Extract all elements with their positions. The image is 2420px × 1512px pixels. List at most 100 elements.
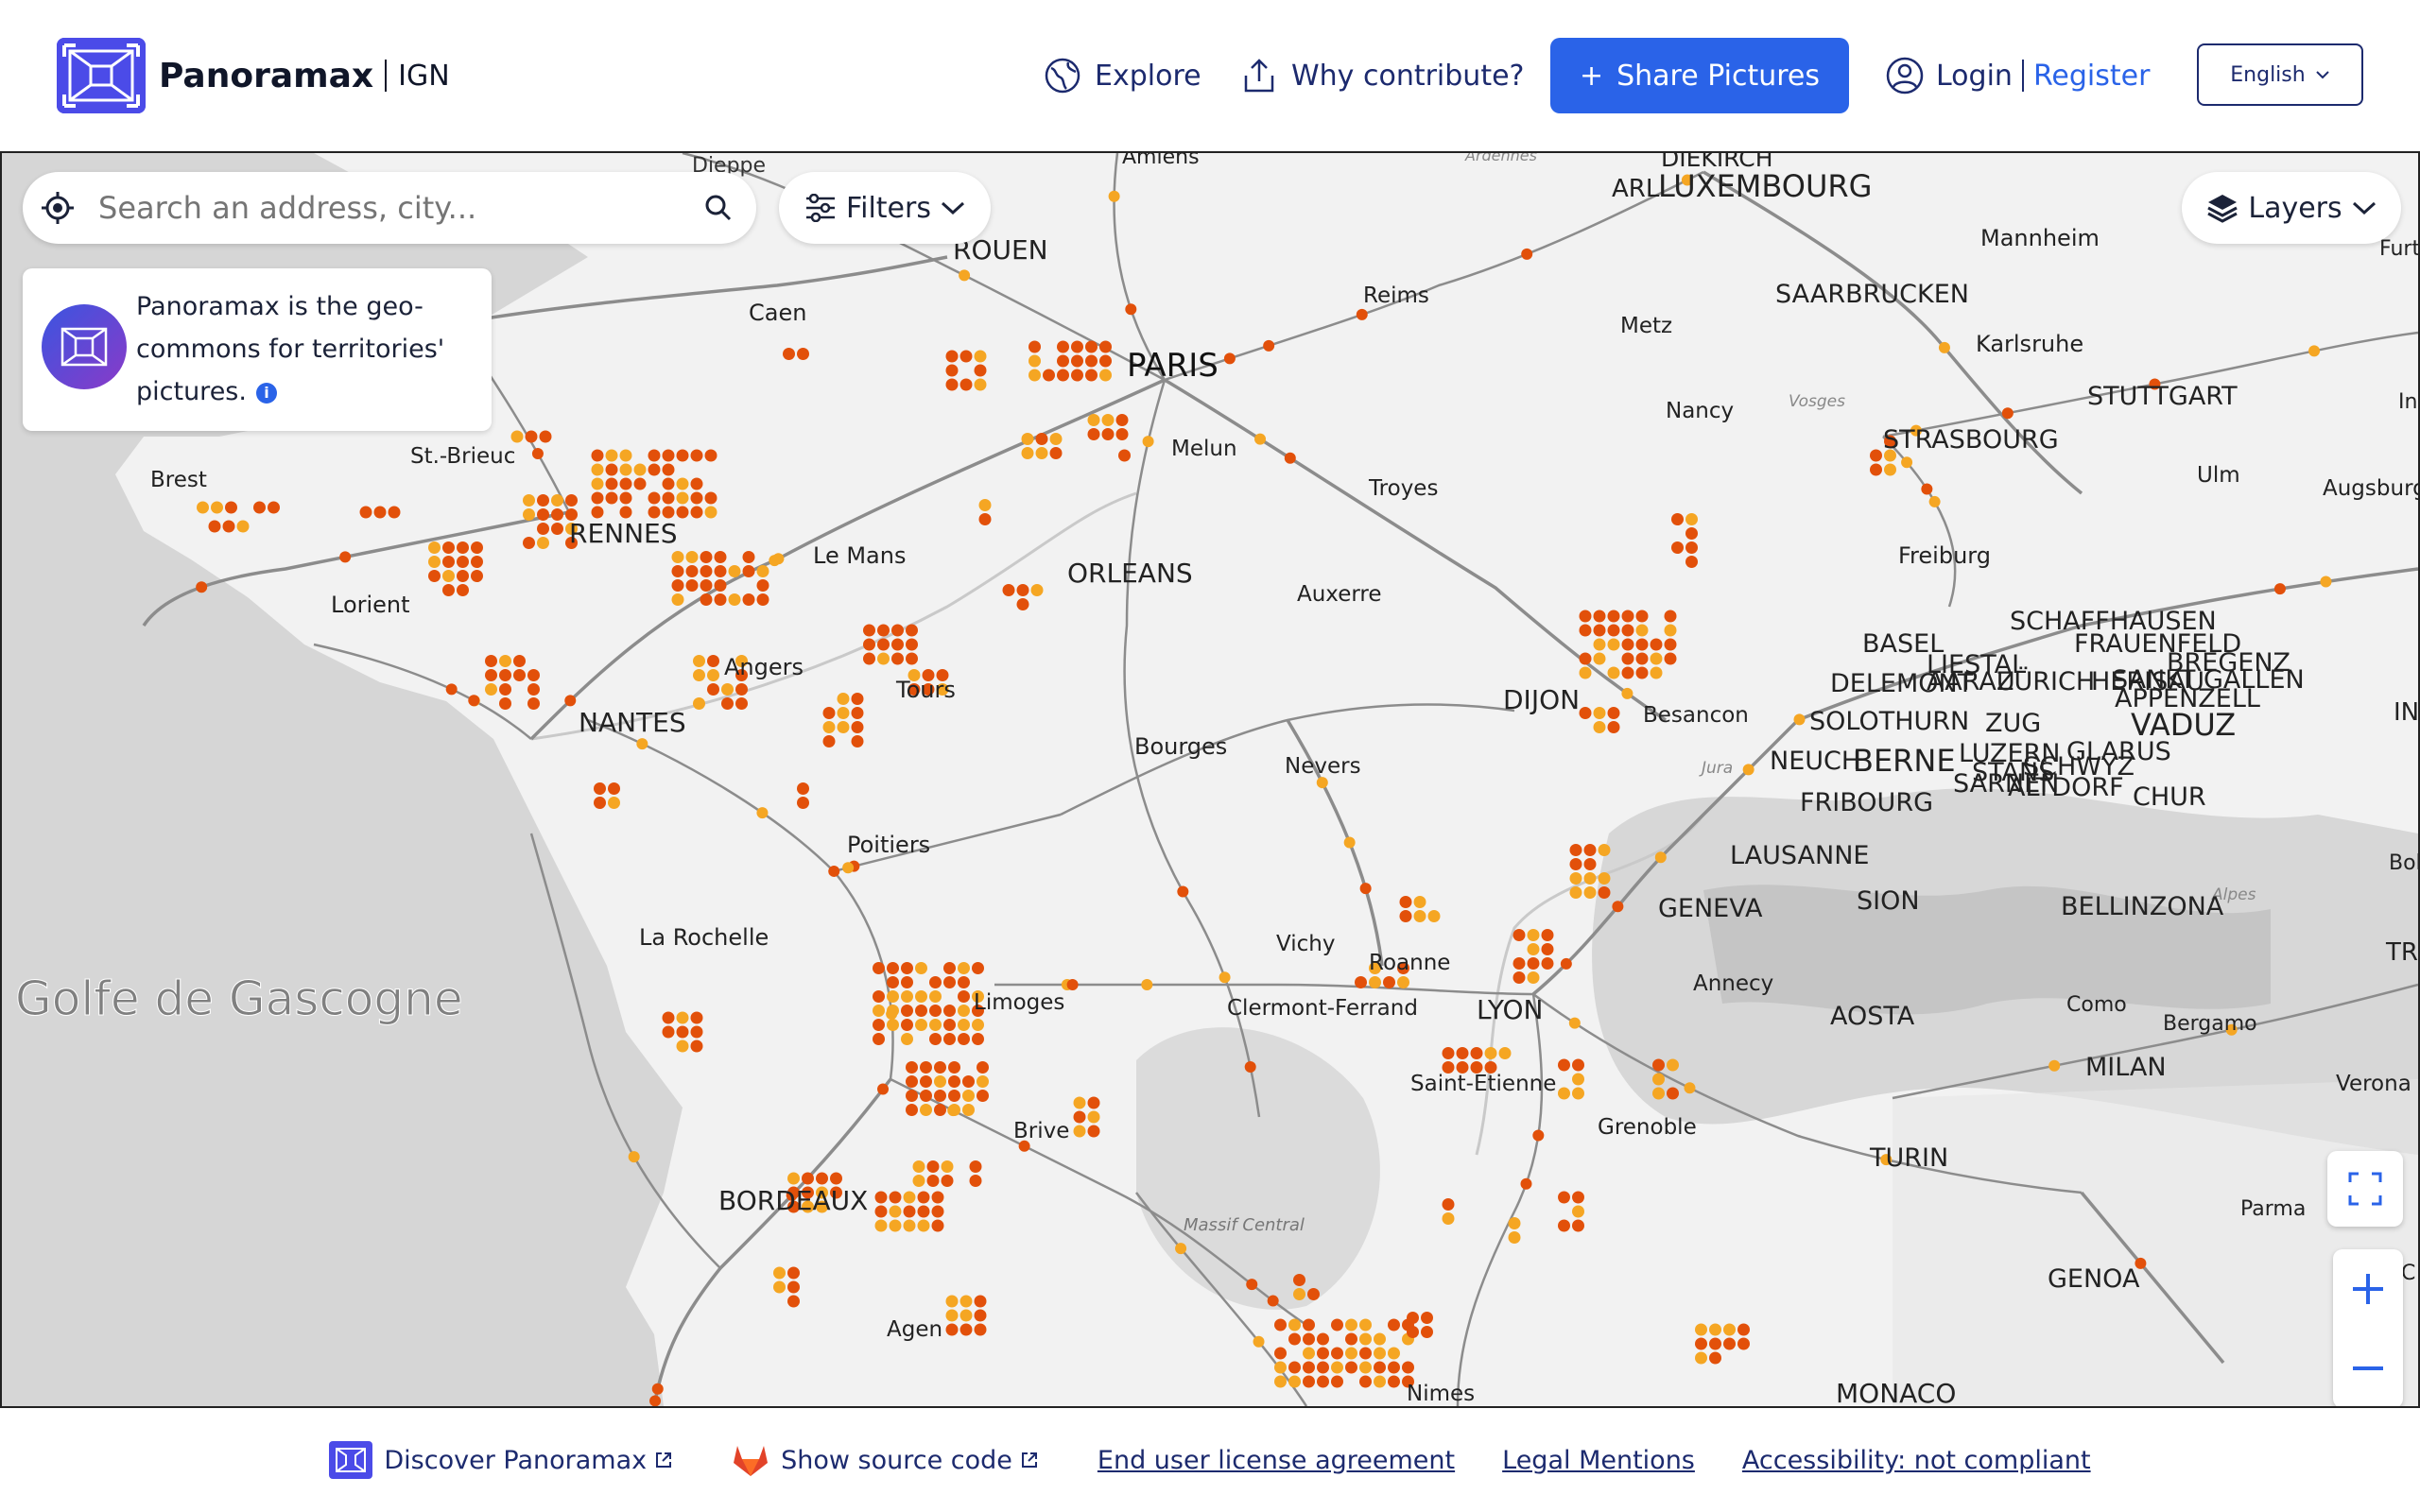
coverage-dot[interactable] — [901, 1005, 913, 1017]
coverage-dot[interactable] — [948, 1061, 960, 1074]
coverage-dot[interactable] — [510, 430, 524, 443]
coverage-dot[interactable] — [1016, 598, 1029, 610]
coverage-dot[interactable] — [797, 797, 809, 809]
search-input[interactable] — [98, 190, 703, 226]
coverage-dot[interactable] — [851, 707, 864, 719]
coverage-dot[interactable] — [1652, 1073, 1665, 1086]
coverage-dot[interactable] — [889, 1219, 902, 1232]
coverage-dot[interactable] — [1002, 584, 1015, 596]
coverage-dot[interactable] — [523, 508, 535, 521]
coverage-dot[interactable] — [787, 1266, 800, 1280]
coverage-dot[interactable] — [1421, 1326, 1433, 1338]
coverage-dot[interactable] — [948, 1075, 960, 1088]
coverage-dot[interactable] — [851, 735, 864, 747]
coverage-dot[interactable] — [934, 1061, 946, 1074]
coverage-dot[interactable] — [1057, 369, 1069, 382]
coverage-dot[interactable] — [1558, 1058, 1570, 1072]
coverage-dot[interactable] — [700, 551, 713, 563]
coverage-dot[interactable] — [537, 523, 549, 535]
coverage-dot[interactable] — [676, 506, 689, 519]
coverage-dot[interactable] — [551, 508, 563, 521]
coverage-dot[interactable] — [619, 506, 632, 519]
coverage-dot[interactable] — [1073, 1125, 1086, 1138]
search-icon[interactable] — [703, 193, 734, 223]
coverage-dot[interactable] — [1569, 886, 1582, 899]
coverage-dot[interactable] — [1246, 1279, 1258, 1291]
coverage-dot[interactable] — [685, 565, 699, 577]
coverage-dot[interactable] — [1421, 1312, 1433, 1324]
coverage-dot[interactable] — [1345, 1318, 1357, 1332]
coverage-dot[interactable] — [1572, 1087, 1584, 1100]
coverage-dot[interactable] — [1359, 883, 1372, 895]
coverage-dot[interactable] — [742, 593, 755, 606]
coverage-dot[interactable] — [945, 350, 959, 363]
coverage-dot[interactable] — [1331, 1318, 1343, 1332]
coverage-dot[interactable] — [874, 1219, 888, 1232]
coverage-dot[interactable] — [1635, 610, 1649, 623]
coverage-dot[interactable] — [605, 463, 618, 476]
coverage-dot[interactable] — [1115, 414, 1129, 426]
coverage-dot[interactable] — [1884, 463, 1896, 476]
coverage-dot[interactable] — [471, 541, 483, 554]
coverage-dot[interactable] — [671, 551, 684, 563]
coverage-dot[interactable] — [1087, 428, 1100, 440]
coverage-dot[interactable] — [1288, 1332, 1301, 1346]
coverage-dot[interactable] — [428, 570, 441, 582]
coverage-dot[interactable] — [591, 449, 604, 462]
coverage-dot[interactable] — [628, 1151, 640, 1163]
coverage-dot[interactable] — [978, 513, 992, 525]
coverage-dot[interactable] — [1901, 456, 1913, 469]
coverage-dot[interactable] — [1607, 624, 1620, 637]
coverage-dot[interactable] — [1369, 976, 1381, 988]
coverage-dot[interactable] — [471, 570, 483, 582]
coverage-dot[interactable] — [1099, 369, 1112, 382]
coverage-dot[interactable] — [1303, 1361, 1315, 1374]
coverage-dot[interactable] — [690, 449, 703, 462]
coverage-dot[interactable] — [906, 652, 918, 665]
coverage-dot[interactable] — [633, 463, 647, 476]
coverage-dot[interactable] — [1071, 340, 1083, 353]
coverage-dot[interactable] — [977, 1075, 989, 1088]
coverage-dot[interactable] — [1521, 248, 1533, 260]
coverage-dot[interactable] — [499, 697, 511, 710]
coverage-dot[interactable] — [962, 1075, 975, 1088]
coverage-dot[interactable] — [906, 638, 918, 651]
coverage-dot[interactable] — [1101, 414, 1115, 426]
coverage-dot[interactable] — [920, 1104, 932, 1116]
coverage-dot[interactable] — [874, 1205, 888, 1218]
coverage-dot[interactable] — [917, 1191, 930, 1204]
coverage-dot[interactable] — [887, 990, 899, 1003]
coverage-dot[interactable] — [969, 1175, 982, 1187]
coverage-dot[interactable] — [1512, 971, 1526, 984]
coverage-dot[interactable] — [1583, 844, 1597, 856]
coverage-dot[interactable] — [959, 350, 973, 363]
coverage-dot[interactable] — [877, 624, 890, 637]
coverage-dot[interactable] — [901, 1033, 913, 1045]
coverage-dot[interactable] — [873, 1005, 885, 1017]
coverage-dot[interactable] — [1359, 1332, 1372, 1346]
coverage-dot[interactable] — [931, 1205, 944, 1218]
coverage-dot[interactable] — [1593, 610, 1606, 623]
coverage-dot[interactable] — [1303, 1375, 1315, 1388]
coverage-dot[interactable] — [901, 1019, 913, 1031]
coverage-dot[interactable] — [1303, 1332, 1315, 1346]
coverage-dot[interactable] — [442, 556, 455, 568]
coverage-dot[interactable] — [1388, 1347, 1400, 1360]
coverage-dot[interactable] — [920, 1075, 932, 1088]
register-link[interactable]: Register — [2033, 60, 2151, 93]
coverage-dot[interactable] — [1664, 638, 1677, 651]
coverage-dot[interactable] — [959, 1295, 973, 1308]
coverage-dot[interactable] — [1541, 929, 1554, 941]
coverage-dot[interactable] — [499, 669, 511, 681]
coverage-dot[interactable] — [1413, 896, 1426, 908]
coverage-dot[interactable] — [1667, 1087, 1679, 1100]
coverage-dot[interactable] — [842, 862, 855, 874]
coverage-dot[interactable] — [915, 1005, 927, 1017]
coverage-dot[interactable] — [671, 579, 684, 592]
coverage-dot[interactable] — [636, 738, 648, 750]
coverage-dot[interactable] — [1498, 1047, 1512, 1059]
coverage-dot[interactable] — [565, 494, 578, 507]
coverage-dot[interactable] — [974, 378, 987, 391]
coverage-dot[interactable] — [1527, 957, 1540, 970]
coverage-dot[interactable] — [756, 593, 769, 606]
